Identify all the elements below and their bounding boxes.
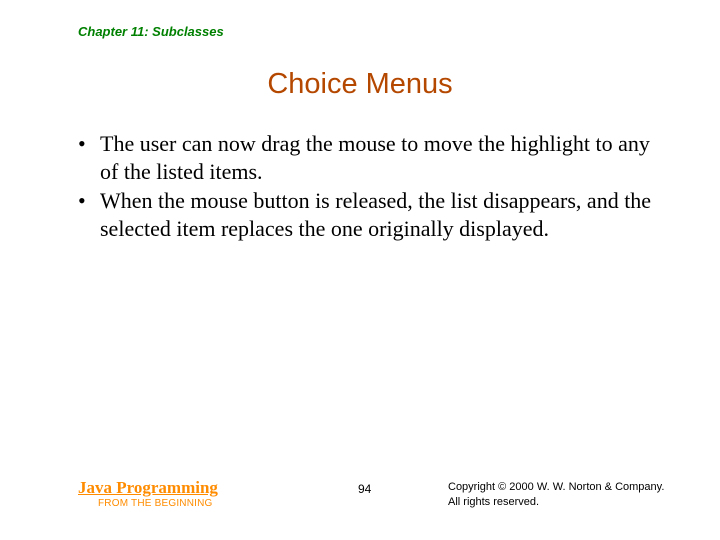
bullet-list: The user can now drag the mouse to move … — [78, 130, 660, 242]
page-number: 94 — [358, 482, 371, 496]
copyright-line-1: Copyright © 2000 W. W. Norton & Company. — [448, 481, 664, 493]
slide-title: Choice Menus — [0, 68, 720, 101]
copyright-line-2: All rights reserved. — [448, 496, 539, 508]
chapter-label: Chapter 11: Subclasses — [78, 24, 224, 39]
body-content: The user can now drag the mouse to move … — [78, 130, 660, 244]
bullet-item: When the mouse button is released, the l… — [78, 187, 660, 242]
bullet-item: The user can now drag the mouse to move … — [78, 130, 660, 185]
book-title: Java Programming — [78, 478, 218, 498]
copyright-block: Copyright © 2000 W. W. Norton & Company.… — [448, 480, 664, 510]
footer: Java Programming FROM THE BEGINNING 94 C… — [78, 478, 680, 518]
book-subtitle: FROM THE BEGINNING — [98, 498, 213, 509]
